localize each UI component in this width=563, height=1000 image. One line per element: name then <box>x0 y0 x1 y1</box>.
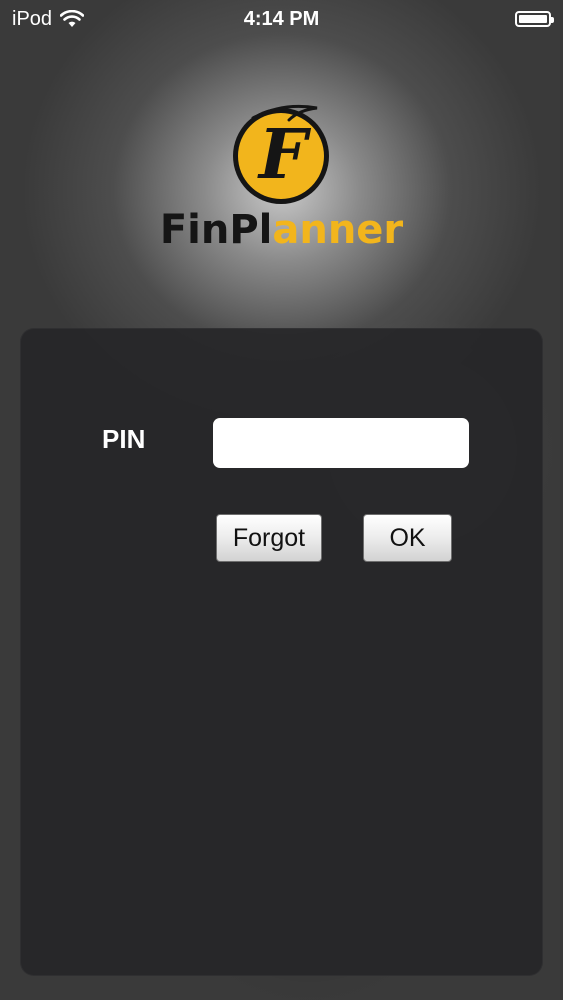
ok-button[interactable]: OK <box>363 514 452 562</box>
wifi-icon <box>60 10 85 27</box>
logo-text-dark: FinPl <box>159 207 273 253</box>
pin-label: PIN <box>102 424 146 454</box>
device-name: iPod <box>12 7 53 30</box>
logo-wordmark: FinPlanner <box>160 208 403 252</box>
app-logo: F FinPlanner <box>0 98 563 252</box>
pin-input[interactable] <box>213 418 469 468</box>
forgot-button[interactable]: Forgot <box>216 514 322 562</box>
status-left: iPod <box>12 8 152 31</box>
login-panel: PIN Forgot OK <box>20 328 543 976</box>
logo-monogram: F <box>256 115 311 195</box>
logo-text-yellow: anner <box>272 207 404 253</box>
finplanner-logo-icon: F <box>232 104 329 204</box>
status-bar: iPod 4:14 PM <box>0 0 563 38</box>
battery-icon <box>515 11 554 27</box>
status-right <box>411 11 554 27</box>
battery-fill <box>519 15 547 23</box>
